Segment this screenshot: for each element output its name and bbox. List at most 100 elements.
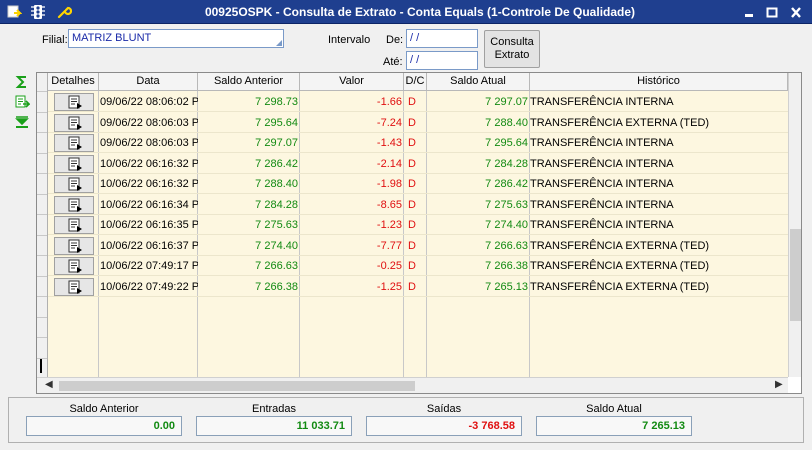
export-icon[interactable]	[14, 94, 30, 110]
col-header-detalhes[interactable]: Detalhes	[48, 73, 99, 91]
col-header-valor[interactable]: Valor	[300, 73, 404, 91]
detalhes-button[interactable]	[54, 277, 94, 296]
cell-saldo-anterior: 7 297.07	[255, 137, 298, 149]
detalhes-button[interactable]	[54, 195, 94, 214]
cell-saldo-atual: 7 265.13	[485, 280, 528, 293]
cell-historico: TRANSFERÊNCIA INTERNA	[530, 178, 674, 190]
maximize-icon[interactable]	[765, 6, 779, 19]
details-icon	[68, 259, 82, 273]
detalhes-button[interactable]	[54, 216, 94, 234]
ate-label: Até:	[383, 56, 403, 68]
col-header-saldo-atual[interactable]: Saldo Atual	[427, 73, 530, 91]
cell-dc: D	[408, 239, 416, 252]
cell-saldo-anterior: 7 286.42	[255, 157, 298, 170]
saidas-label: Saídas	[426, 403, 462, 415]
cell-historico: TRANSFERÊNCIA EXTERNA (TED)	[530, 280, 710, 293]
vertical-scrollbar[interactable]	[788, 73, 801, 377]
table-row[interactable]: 10/06/22 06:16:32 PM 7 288.40 -1.98 D 7 286.…	[48, 174, 788, 194]
table-row[interactable]: 10/06/22 07:49:17 PM 7 266.63 -0.25 D 7 266.…	[48, 256, 788, 276]
cell-saldo-atual: 7 295.64	[485, 137, 528, 149]
wrench-icon[interactable]	[56, 4, 72, 20]
row-header-column[interactable]	[37, 73, 48, 379]
window-menu-icon[interactable]	[6, 4, 22, 20]
cell-dc: D	[408, 280, 416, 293]
cell-data: 10/06/22 06:16:37 PM	[100, 239, 198, 252]
details-icon	[68, 116, 82, 130]
detalhes-button[interactable]	[54, 236, 94, 255]
scroll-right-icon[interactable]: ▶	[775, 379, 783, 390]
cell-saldo-anterior: 7 274.40	[255, 239, 298, 252]
cell-saldo-atual: 7 266.38	[485, 260, 528, 272]
horizontal-scrollbar[interactable]: ◀ ▶	[37, 377, 788, 393]
cell-saldo-atual: 7 297.07	[485, 96, 528, 108]
cell-dc: D	[408, 178, 416, 190]
filial-field[interactable]: MATRIZ BLUNT	[68, 29, 284, 48]
intervalo-label: Intervalo	[328, 34, 371, 46]
filial-label: Filial:	[42, 34, 68, 46]
cell-saldo-atual: 7 288.40	[485, 116, 528, 129]
detalhes-button[interactable]	[54, 154, 94, 173]
traffic-light-icon[interactable]	[30, 4, 46, 20]
cell-saldo-atual: 7 284.28	[485, 157, 528, 170]
col-header-historico[interactable]: Histórico	[530, 73, 788, 91]
cell-saldo-anterior: 7 275.63	[255, 219, 298, 231]
cell-data: 09/06/22 08:06:02 PM	[100, 96, 198, 108]
table-row[interactable]: 09/06/22 08:06:02 PM 7 298.73 -1.66 D 7 297.…	[48, 92, 788, 112]
cell-dc: D	[408, 137, 416, 149]
cell-valor: -1.25	[376, 280, 402, 293]
entradas-total: 11 033.71	[196, 416, 352, 436]
cell-saldo-atual: 7 274.40	[485, 219, 528, 231]
vertical-scroll-thumb[interactable]	[790, 229, 801, 321]
scroll-left-icon[interactable]: ◀	[45, 379, 53, 390]
window-title: 00925OSPK - Consulta de Extrato - Conta …	[204, 5, 636, 19]
cell-dc: D	[408, 116, 416, 129]
close-icon[interactable]	[789, 6, 803, 19]
cell-valor: -2.14	[376, 157, 402, 170]
col-header-data[interactable]: Data	[99, 73, 198, 91]
detalhes-button[interactable]	[54, 175, 94, 193]
cell-saldo-anterior: 7 298.73	[255, 96, 298, 108]
table-row[interactable]: 10/06/22 06:16:32 PM 7 286.42 -2.14 D 7 284.…	[48, 154, 788, 174]
horizontal-scroll-thumb[interactable]	[59, 381, 415, 391]
cell-saldo-atual: 7 286.42	[485, 178, 528, 190]
detalhes-button[interactable]	[54, 257, 94, 275]
cell-data: 09/06/22 08:06:03 PM	[100, 137, 198, 149]
table-row[interactable]: 10/06/22 06:16:37 PM 7 274.40 -7.77 D 7 266.…	[48, 236, 788, 256]
details-icon	[68, 280, 82, 294]
cell-valor: -7.24	[376, 116, 402, 129]
cell-data: 10/06/22 07:49:17 PM	[100, 260, 198, 272]
detalhes-button[interactable]	[54, 134, 94, 152]
cell-valor: -1.23	[376, 219, 402, 231]
consulta-extrato-button[interactable]: Consulta Extrato	[484, 30, 540, 68]
date-from-field[interactable]: / /	[406, 29, 478, 48]
table-row[interactable]: 10/06/22 06:16:34 PM 7 284.28 -8.65 D 7 275.…	[48, 195, 788, 215]
saldo-anterior-total: 0.00	[26, 416, 182, 436]
detalhes-button[interactable]	[54, 113, 94, 132]
col-header-dc[interactable]: D/C	[404, 73, 427, 91]
minimize-icon[interactable]	[742, 6, 756, 19]
collapse-icon[interactable]	[14, 114, 30, 130]
cell-data: 09/06/22 08:06:03 PM	[100, 116, 198, 129]
table-row[interactable]: 10/06/22 06:16:35 PM 7 275.63 -1.23 D 7 274.…	[48, 215, 788, 235]
cell-historico: TRANSFERÊNCIA INTERNA	[530, 219, 674, 231]
lookup-icon[interactable]	[276, 40, 282, 46]
details-icon	[68, 218, 82, 232]
details-icon	[68, 198, 82, 212]
cell-valor: -7.77	[376, 239, 402, 252]
table-row[interactable]: 09/06/22 08:06:03 PM 7 295.64 -7.24 D 7 288.…	[48, 113, 788, 133]
details-icon	[68, 136, 82, 150]
cell-historico: TRANSFERÊNCIA INTERNA	[530, 198, 674, 211]
table-row[interactable]: 10/06/22 07:49:22 PM 7 266.38 -1.25 D 7 265.…	[48, 277, 788, 297]
col-header-saldo-anterior[interactable]: Saldo Anterior	[198, 73, 300, 91]
de-label: De:	[386, 34, 404, 46]
cell-historico: TRANSFERÊNCIA EXTERNA (TED)	[530, 239, 710, 252]
date-to-field[interactable]: / /	[406, 51, 478, 70]
sigma-icon[interactable]	[14, 74, 30, 90]
cell-valor: -1.98	[376, 178, 402, 190]
filial-value: MATRIZ BLUNT	[72, 32, 152, 44]
row-cursor-marker	[40, 359, 42, 373]
table-row[interactable]: 09/06/22 08:06:03 PM 7 297.07 -1.43 D 7 295.…	[48, 133, 788, 153]
detalhes-button[interactable]	[54, 93, 94, 111]
cell-dc: D	[408, 260, 416, 272]
cell-historico: TRANSFERÊNCIA INTERNA	[530, 96, 674, 108]
